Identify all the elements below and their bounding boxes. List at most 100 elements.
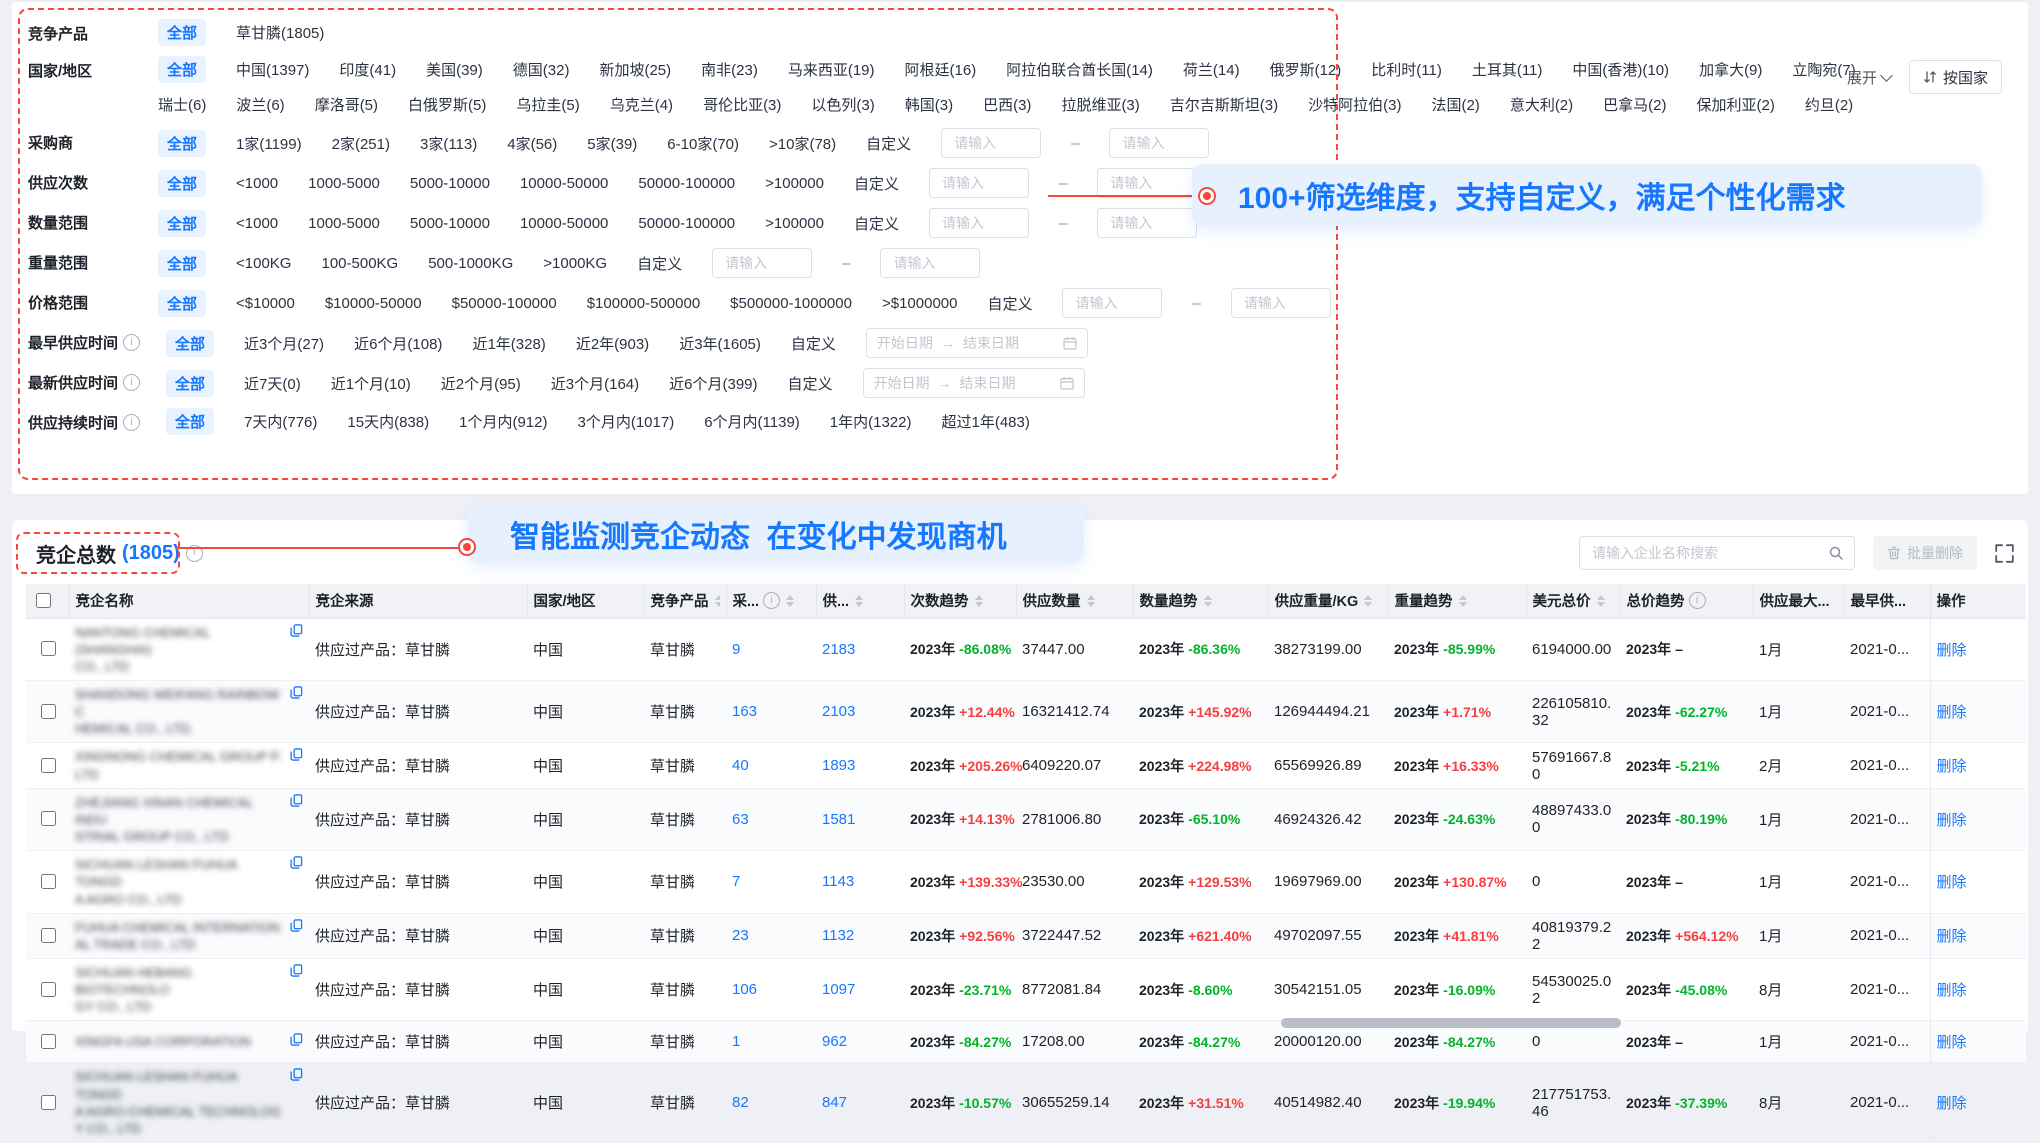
delete-link[interactable]: 删除: [1937, 758, 1967, 775]
row-checkbox[interactable]: [41, 641, 56, 656]
info-icon[interactable]: i: [123, 334, 140, 351]
row-checkbox[interactable]: [41, 874, 56, 889]
filter-option[interactable]: 以色列(3): [811, 91, 874, 118]
filter-option[interactable]: $500000-1000000: [730, 292, 852, 315]
search-icon[interactable]: [1828, 545, 1844, 561]
filter-option[interactable]: 自定义: [854, 170, 899, 197]
sort-icon[interactable]: [855, 595, 863, 607]
filter-option[interactable]: 自定义: [791, 330, 836, 357]
filter-option-all[interactable]: 全部: [158, 19, 206, 46]
filter-option[interactable]: 1年内(1322): [830, 408, 912, 435]
filter-option[interactable]: 哥伦比亚(3): [703, 91, 781, 118]
row-checkbox[interactable]: [41, 982, 56, 997]
delete-link[interactable]: 删除: [1937, 812, 1967, 829]
custom-range-input[interactable]: [940, 214, 1018, 232]
custom-range-input[interactable]: [1073, 294, 1151, 312]
sort-icon[interactable]: [1597, 595, 1605, 607]
filter-option[interactable]: 加拿大(9): [1699, 56, 1762, 83]
filter-option[interactable]: 100-500KG: [321, 252, 398, 275]
filter-option[interactable]: 4家(56): [507, 130, 557, 157]
filter-option[interactable]: $100000-500000: [587, 292, 700, 315]
filter-option[interactable]: 约旦(2): [1805, 91, 1853, 118]
custom-range-input[interactable]: [940, 174, 1018, 192]
sort-icon[interactable]: [1087, 595, 1095, 607]
supply-count-link[interactable]: 2103: [822, 703, 855, 720]
filter-option[interactable]: 5000-10000: [410, 172, 490, 195]
filter-option[interactable]: 韩国(3): [905, 91, 953, 118]
buyers-count-link[interactable]: 40: [732, 757, 749, 774]
supply-count-link[interactable]: 1143: [822, 873, 854, 890]
filter-option[interactable]: 6-10家(70): [667, 130, 739, 157]
filter-option[interactable]: 意大利(2): [1510, 91, 1573, 118]
info-icon[interactable]: i: [763, 592, 780, 609]
filter-option[interactable]: >10家(78): [769, 130, 836, 157]
filter-option[interactable]: 10000-50000: [520, 172, 608, 195]
info-icon[interactable]: i: [1689, 592, 1706, 609]
supply-count-link[interactable]: 847: [822, 1094, 847, 1111]
filter-option[interactable]: 南非(23): [701, 56, 758, 83]
custom-range-input[interactable]: [1108, 214, 1186, 232]
delete-link[interactable]: 删除: [1937, 1095, 1967, 1112]
row-checkbox[interactable]: [41, 704, 56, 719]
filter-option[interactable]: 1家(1199): [236, 130, 302, 157]
filter-option[interactable]: 俄罗斯(12): [1270, 56, 1342, 83]
buyers-count-link[interactable]: 163: [732, 703, 757, 720]
filter-option[interactable]: 摩洛哥(5): [315, 91, 378, 118]
filter-option[interactable]: 近2个月(95): [441, 370, 521, 397]
filter-option-all[interactable]: 全部: [158, 130, 206, 157]
filter-option[interactable]: 近1个月(10): [331, 370, 411, 397]
filter-option[interactable]: <1000: [236, 212, 278, 235]
filter-option-all[interactable]: 全部: [158, 210, 206, 237]
delete-link[interactable]: 删除: [1937, 704, 1967, 721]
filter-option-all[interactable]: 全部: [166, 330, 214, 357]
filter-option[interactable]: 土耳其(11): [1472, 56, 1543, 83]
date-range-picker[interactable]: 开始日期→结束日期: [863, 368, 1085, 398]
filter-option[interactable]: 阿拉伯联合酋长国(14): [1006, 56, 1153, 83]
supply-count-link[interactable]: 1132: [822, 927, 854, 944]
filter-option[interactable]: 德国(32): [513, 56, 570, 83]
company-search-input[interactable]: [1590, 544, 1828, 562]
supply-count-link[interactable]: 1581: [822, 811, 855, 828]
filter-option[interactable]: 10000-50000: [520, 212, 608, 235]
custom-range-input[interactable]: [723, 254, 801, 272]
filter-option[interactable]: 近2年(903): [576, 330, 649, 357]
sort-icon[interactable]: [1204, 595, 1212, 607]
custom-range-input[interactable]: [1108, 174, 1186, 192]
filter-option[interactable]: 3个月内(1017): [577, 408, 674, 435]
filter-option[interactable]: 1000-5000: [308, 212, 380, 235]
filter-option[interactable]: 巴西(3): [983, 91, 1031, 118]
filter-option[interactable]: 近6个月(108): [354, 330, 442, 357]
row-checkbox[interactable]: [41, 758, 56, 773]
filter-option[interactable]: >100000: [765, 212, 824, 235]
row-checkbox[interactable]: [41, 1034, 56, 1049]
expand-link[interactable]: 展开: [1847, 67, 1891, 88]
filter-option[interactable]: >$1000000: [882, 292, 958, 315]
supply-count-link[interactable]: 2183: [822, 641, 855, 658]
filter-option[interactable]: >1000KG: [543, 252, 607, 275]
custom-range-input[interactable]: [1242, 294, 1320, 312]
filter-option[interactable]: 印度(41): [339, 56, 396, 83]
delete-link[interactable]: 删除: [1937, 982, 1967, 999]
by-country-button[interactable]: 按国家: [1909, 60, 2002, 94]
buyers-count-link[interactable]: 63: [732, 811, 749, 828]
sort-icon[interactable]: [715, 595, 720, 607]
filter-option[interactable]: 2家(251): [332, 130, 390, 157]
filter-option[interactable]: <1000: [236, 172, 278, 195]
delete-link[interactable]: 删除: [1937, 928, 1967, 945]
filter-option-all[interactable]: 全部: [166, 370, 214, 397]
row-checkbox[interactable]: [41, 928, 56, 943]
filter-option[interactable]: 自定义: [788, 370, 833, 397]
custom-range-input[interactable]: [891, 254, 969, 272]
filter-option[interactable]: 近6个月(399): [669, 370, 757, 397]
delete-link[interactable]: 删除: [1937, 1034, 1967, 1051]
filter-option-all[interactable]: 全部: [158, 290, 206, 317]
filter-option[interactable]: 500-1000KG: [428, 252, 513, 275]
sort-icon[interactable]: [975, 595, 983, 607]
filter-option[interactable]: 中国(香港)(10): [1572, 56, 1669, 83]
sort-icon[interactable]: [1364, 595, 1372, 607]
filter-option[interactable]: 新加坡(25): [599, 56, 671, 83]
custom-range-input[interactable]: [952, 134, 1030, 152]
filter-option[interactable]: 近3年(1605): [679, 330, 761, 357]
filter-option[interactable]: 近3个月(27): [244, 330, 324, 357]
filter-option-all[interactable]: 全部: [158, 250, 206, 277]
